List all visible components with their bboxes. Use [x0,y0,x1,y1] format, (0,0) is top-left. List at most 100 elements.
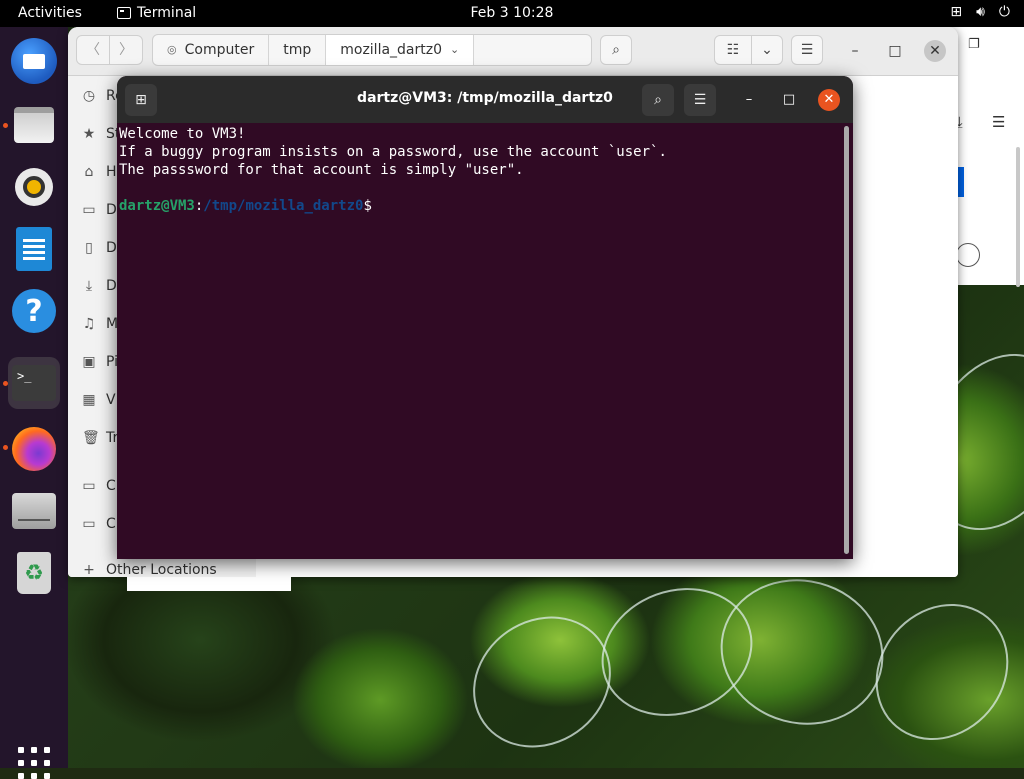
sidebar-item-trash[interactable]: 🗑︎ Tr [82,428,118,448]
forward-button[interactable]: 〉 [109,35,143,65]
top-bar: Activities Terminal Feb 3 10:28 ⊞ 🔊︎ ⏻ [0,0,1024,27]
close-button[interactable]: ✕ [818,89,840,111]
videos-icon: ▦ [82,392,96,408]
trash-icon: ♻ [17,552,51,594]
maximize-icon: □ [782,92,796,107]
files-icon [14,107,54,143]
sidebar-item-disk[interactable]: ▭ Cl [82,514,119,534]
terminal-headerbar: ⊞ dartz@VM3: /tmp/mozilla_dartz0 ⌕ ☰ – □… [117,76,853,123]
chevron-down-icon: ⌄ [450,43,460,56]
dock-terminal[interactable]: >_ [8,357,60,409]
search-icon: ⌕ [654,92,662,108]
files-headerbar: 〈 〉 ◎ Computer tmp mozilla_dartz0 ⌄ ⌕ ☷ … [68,27,958,76]
minimize-button[interactable]: – [844,40,866,62]
dock-thunderbird[interactable] [8,35,60,87]
menu-button[interactable]: ☰ [791,35,823,65]
sidebar-item-pictures[interactable]: ▣ Pi [82,352,118,372]
sidebar-item-other-locations[interactable]: + Other Locations [82,560,217,577]
terminal-prompt: dartz@VM3:/tmp/mozilla_dartz0$ [119,197,839,215]
window-fragment [127,577,291,591]
sidebar-item-music[interactable]: ♫ M [82,314,118,334]
chevron-down-icon: ⌄ [761,42,773,58]
close-button[interactable]: ✕ [924,40,946,62]
path-label: Computer [184,42,255,58]
rhythmbox-icon [15,168,53,206]
home-icon: ⌂ [84,164,94,180]
chevron-right-icon: 〉 [119,42,133,58]
search-button[interactable]: ⌕ [600,35,632,65]
system-tray[interactable]: ⊞ 🔊︎ ⏻ [950,4,1010,20]
dock-firefox[interactable] [8,423,60,475]
path-segment-tmp[interactable]: tmp [269,35,327,65]
dock-rhythmbox[interactable] [8,161,60,213]
view-options-button[interactable]: ⌄ [751,35,783,65]
trash-icon: 🗑︎ [82,430,100,446]
dock-writer[interactable] [8,223,60,275]
terminal-scrollbar[interactable] [844,126,849,554]
terminal-output[interactable]: Welcome to VM3! If a buggy program insist… [119,125,839,555]
prompt-symbol: $ [363,198,372,214]
path-segment-computer[interactable]: ◎ Computer [153,35,270,65]
sidebar-item-downloads[interactable]: ⤓ D [82,276,117,296]
sidebar-item-videos[interactable]: ▦ V [82,390,116,410]
sidebar-item-label: D [106,278,117,294]
browser-scrollbar[interactable] [1016,147,1020,287]
starred-icon: ★ [82,126,96,142]
path-bar: ◎ Computer tmp mozilla_dartz0 ⌄ [152,34,592,66]
firefox-icon [12,427,56,471]
music-icon: ♫ [82,316,96,332]
disk-icon: ▭ [82,516,96,532]
dock-drive[interactable] [8,485,60,537]
downloads-icon: ⤓ [85,278,93,294]
maximize-icon: □ [888,43,902,59]
prompt-user: dartz@VM3 [119,198,195,214]
show-apps-icon[interactable] [18,747,50,779]
path-segment-current[interactable]: mozilla_dartz0 ⌄ [326,35,475,65]
terminal-window: ⊞ dartz@VM3: /tmp/mozilla_dartz0 ⌕ ☰ – □… [117,76,853,559]
list-view-icon: ☷ [726,42,740,58]
terminal-icon: >_ [12,365,56,401]
prompt-path: /tmp/mozilla_dartz0 [203,198,364,214]
minimize-button[interactable]: – [738,89,760,111]
close-icon: ✕ [823,92,835,107]
disk-icon: ▭ [82,478,96,494]
dock-files[interactable] [8,99,60,151]
thunderbird-icon [11,38,57,84]
writer-icon [16,227,52,271]
sidebar-item-label: V [106,392,116,408]
pictures-icon: ▣ [82,354,96,370]
sidebar-item-starred[interactable]: ★ St [82,124,121,144]
dock: ? >_ ♻ [0,27,68,779]
path-label: mozilla_dartz0 [340,42,443,58]
restore-icon[interactable]: ❐ [968,37,980,52]
close-icon: ✕ [929,43,941,59]
sidebar-item-desktop[interactable]: ▭ D [82,200,116,220]
maximize-button[interactable]: □ [884,40,906,62]
plus-icon: + [83,562,95,577]
sidebar-item-documents[interactable]: ▯ D [82,238,117,258]
dock-help[interactable]: ? [8,285,60,337]
maximize-button[interactable]: □ [778,89,800,111]
network-icon: ⊞ [950,4,963,20]
search-button[interactable]: ⌕ [642,84,674,116]
account-icon[interactable] [956,243,980,267]
recent-icon: ◷ [82,88,96,104]
desktop-icon: ▭ [82,202,96,218]
terminal-line: If a buggy program insists on a password… [119,144,667,160]
sidebar-item-disk[interactable]: ▭ Cl [82,476,119,496]
clock[interactable]: Feb 3 10:28 [0,5,1024,21]
chevron-left-icon: 〈 [86,42,100,58]
minimize-icon: – [745,92,753,107]
back-button[interactable]: 〈 [76,35,110,65]
dock-trash[interactable]: ♻ [8,547,60,599]
view-list-button[interactable]: ☷ [714,35,752,65]
menu-icon[interactable]: ☰ [992,113,1005,131]
sidebar-item-home[interactable]: ⌂ H [82,162,117,182]
power-icon: ⏻ [998,4,1010,20]
terminal-line: The passsword for that account is simply… [119,162,524,178]
menu-button[interactable]: ☰ [684,84,716,116]
volume-icon: 🔊︎ [976,4,985,20]
sidebar-item-label: D [106,240,117,256]
path-label: tmp [283,42,312,58]
